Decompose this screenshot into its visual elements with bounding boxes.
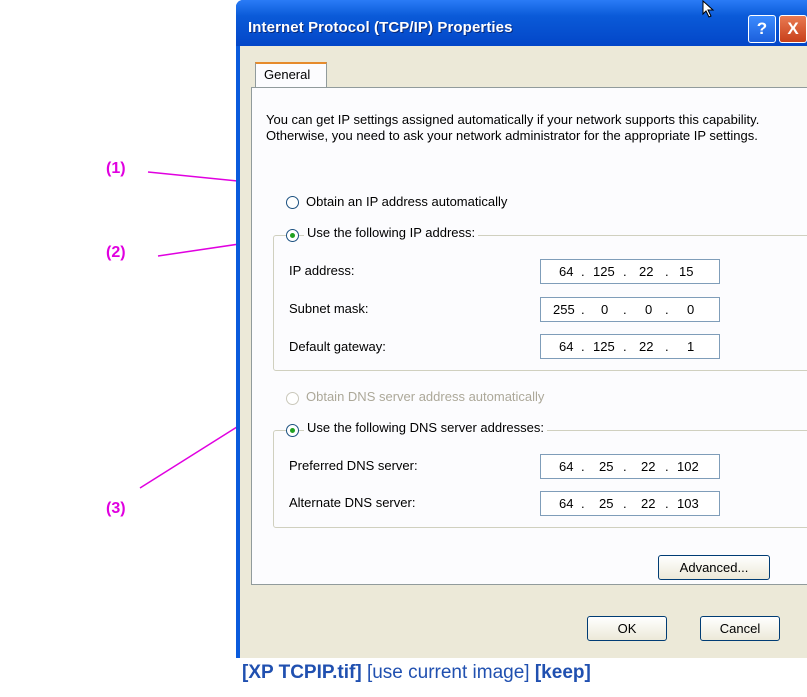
ip-octet: 64 [559, 339, 574, 354]
intro-text: You can get IP settings assigned automat… [266, 112, 760, 143]
use-following-dns-label[interactable]: Use the following DNS server addresses: [304, 420, 547, 435]
tab-general-label: General [264, 67, 311, 82]
ip-octet: 22 [641, 459, 656, 474]
ip-address-label: IP address: [289, 263, 355, 278]
tab-general[interactable]: General [255, 62, 327, 88]
ip-octet: 22 [639, 264, 654, 279]
ip-octet: 22 [639, 339, 654, 354]
use-following-ip-radio[interactable] [286, 229, 299, 242]
use-following-ip-label[interactable]: Use the following IP address: [304, 225, 479, 240]
dot-separator: . [623, 264, 627, 279]
obtain-ip-auto-label[interactable]: Obtain an IP address automatically [306, 194, 507, 209]
dot-separator: . [623, 496, 627, 511]
dot-separator: . [665, 459, 669, 474]
dot-separator: . [581, 496, 585, 511]
ip-octet: 102 [677, 459, 699, 474]
dot-separator: . [623, 339, 627, 354]
ip-octet: 22 [641, 496, 656, 511]
image-caption: [XP TCPIP.tif] [use current image] [keep… [242, 662, 591, 684]
dot-separator: . [581, 459, 585, 474]
ip-octet: 1 [687, 339, 695, 354]
dot-separator: . [581, 339, 585, 354]
use-following-dns-radio[interactable] [286, 424, 299, 437]
ip-octet: 125 [593, 339, 615, 354]
tcpip-properties-window: Internet Protocol (TCP/IP) Properties ? … [236, 0, 807, 658]
cancel-button[interactable]: Cancel [700, 616, 780, 641]
default-gateway-label: Default gateway: [289, 339, 386, 354]
subnet-mask-field[interactable]: 255 . 0 . 0 . 0 [540, 297, 720, 322]
mouse-cursor-icon [702, 0, 715, 18]
alternate-dns-field[interactable]: 64 . 25 . 22 . 103 [540, 491, 720, 516]
preferred-dns-field[interactable]: 64 . 25 . 22 . 102 [540, 454, 720, 479]
obtain-dns-auto-label[interactable]: Obtain DNS server address automatically [306, 389, 544, 404]
ok-button[interactable]: OK [587, 616, 667, 641]
dot-separator: . [623, 302, 627, 317]
dot-separator: . [665, 264, 669, 279]
obtain-dns-auto-radio[interactable] [286, 392, 299, 405]
help-button[interactable]: ? [748, 15, 776, 43]
ip-octet: 255 [553, 302, 575, 317]
dialog-body: General You can get IP settings assigned… [240, 46, 807, 658]
ip-octet: 15 [679, 264, 694, 279]
caption-note: [use current image] [366, 662, 530, 683]
ip-octet: 0 [687, 302, 695, 317]
ip-address-field[interactable]: 64 . 125 . 22 . 15 [540, 259, 720, 284]
preferred-dns-label: Preferred DNS server: [289, 458, 418, 473]
general-tab-panel: You can get IP settings assigned automat… [251, 87, 807, 585]
dot-separator: . [623, 459, 627, 474]
advanced-button[interactable]: Advanced... [658, 555, 770, 580]
ip-octet: 125 [593, 264, 615, 279]
dot-separator: . [665, 496, 669, 511]
dot-separator: . [581, 302, 585, 317]
default-gateway-field[interactable]: 64 . 125 . 22 . 1 [540, 334, 720, 359]
ip-octet: 0 [645, 302, 653, 317]
close-button[interactable]: X [779, 15, 807, 43]
ip-octet: 103 [677, 496, 699, 511]
ip-octet: 64 [559, 459, 574, 474]
subnet-mask-label: Subnet mask: [289, 301, 369, 316]
obtain-ip-auto-radio[interactable] [286, 196, 299, 209]
window-title: Internet Protocol (TCP/IP) Properties [248, 19, 513, 36]
ip-octet: 25 [599, 496, 614, 511]
caption-filename: [XP TCPIP.tif] [242, 662, 362, 683]
ip-octet: 0 [601, 302, 609, 317]
ip-octet: 25 [599, 459, 614, 474]
ip-octet: 64 [559, 264, 574, 279]
ip-octet: 64 [559, 496, 574, 511]
dot-separator: . [581, 264, 585, 279]
dot-separator: . [665, 339, 669, 354]
dot-separator: . [665, 302, 669, 317]
alternate-dns-label: Alternate DNS server: [289, 495, 416, 510]
caption-keep: [keep] [534, 662, 591, 683]
title-bar[interactable]: Internet Protocol (TCP/IP) Properties ? … [236, 0, 807, 46]
